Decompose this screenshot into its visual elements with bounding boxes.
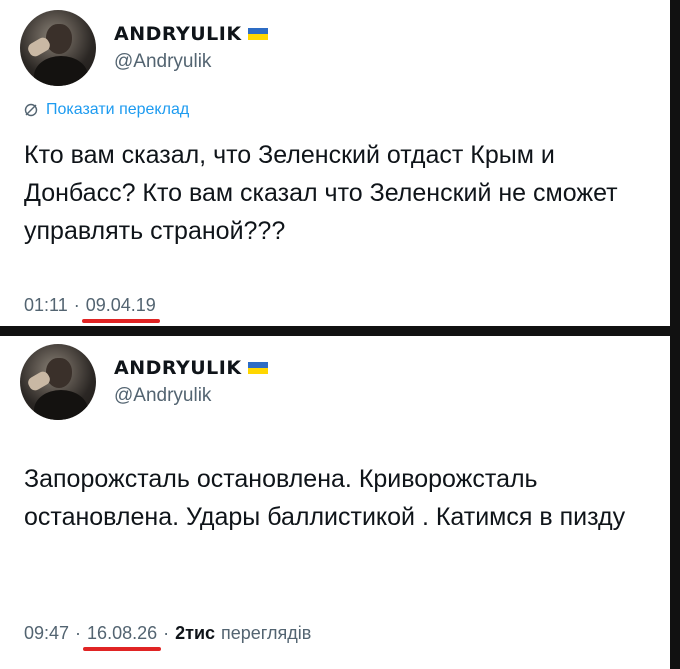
- display-name-text[interactable]: ANDRYULIK: [114, 357, 242, 379]
- translate-label[interactable]: Показати переклад: [46, 101, 189, 119]
- ukraine-flag-icon: [247, 362, 268, 374]
- tweet-date[interactable]: 09.04.19: [81, 295, 160, 323]
- tweet-time[interactable]: 01:11: [24, 295, 68, 316]
- display-name[interactable]: ANDRYULIK: [114, 23, 268, 45]
- avatar[interactable]: [20, 10, 96, 86]
- tweet-card-2[interactable]: ANDRYULIK @Andryulik Запорожсталь остано…: [6, 336, 666, 669]
- tweet-date[interactable]: 16.08.26: [83, 623, 162, 651]
- red-underline-mark: [81, 319, 160, 323]
- avatar[interactable]: [20, 344, 96, 420]
- tweet-card-1[interactable]: ANDRYULIK @Andryulik Показати переклад К…: [6, 0, 666, 326]
- views-count[interactable]: 2тис: [175, 623, 215, 644]
- translate-link[interactable]: Показати переклад: [24, 101, 189, 119]
- screenshot-edge: [670, 0, 680, 669]
- meta-separator: ·: [163, 623, 170, 643]
- tweet-text: Кто вам сказал, что Зеленский отдаст Кры…: [24, 141, 618, 245]
- meta-separator: ·: [73, 295, 80, 315]
- screenshot-divider: [0, 326, 680, 336]
- tweet-meta: 01:11 · 09.04.19: [24, 295, 160, 323]
- views-label: переглядів: [221, 623, 312, 643]
- red-underline-mark: [83, 647, 162, 651]
- tweet-date-text[interactable]: 16.08.26: [87, 623, 157, 643]
- tweet-time[interactable]: 09:47: [24, 623, 69, 644]
- globe-icon: [24, 103, 38, 117]
- display-name-text[interactable]: ANDRYULIK: [114, 23, 242, 45]
- tweet-text: Запорожсталь остановлена. Криворожсталь …: [24, 465, 626, 531]
- tweet-header: ANDRYULIK @Andryulik: [20, 344, 268, 420]
- tweet-meta: 09:47 · 16.08.26 · 2тис переглядів: [24, 623, 312, 651]
- tweet-date-text[interactable]: 09.04.19: [86, 295, 156, 315]
- user-handle[interactable]: @Andryulik: [114, 385, 268, 407]
- ukraine-flag-icon: [247, 28, 268, 40]
- display-name[interactable]: ANDRYULIK: [114, 357, 268, 379]
- meta-separator: ·: [75, 623, 82, 643]
- tweet-header: ANDRYULIK @Andryulik: [20, 10, 268, 86]
- user-handle[interactable]: @Andryulik: [114, 51, 268, 73]
